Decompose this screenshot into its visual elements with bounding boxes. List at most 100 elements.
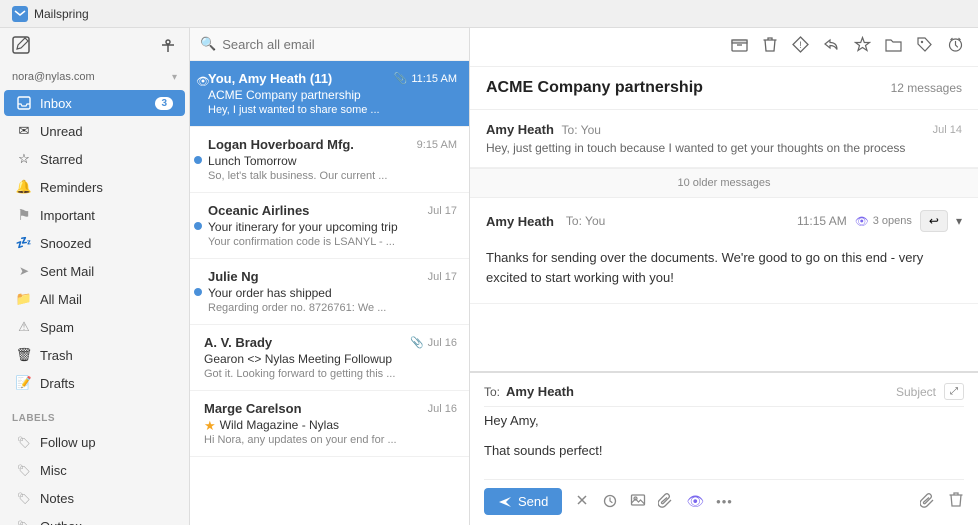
thread-header: ACME Company partnership 12 messages xyxy=(470,67,978,110)
sidebar-item-outbox[interactable]: 🏷 Outbox xyxy=(4,513,185,525)
compose-body[interactable]: Hey Amy, That sounds perfect! xyxy=(484,413,964,473)
filter-button[interactable] xyxy=(159,36,177,59)
sidebar-item-notes[interactable]: 🏷 Notes xyxy=(4,485,185,511)
compose-to-name: Amy Heath xyxy=(506,384,574,399)
older-messages-bar[interactable]: 10 older messages xyxy=(470,168,978,198)
compose-area: To: Amy Heath Subject ⤢ Hey Amy, That so… xyxy=(470,371,978,525)
email-time: 9:15 AM xyxy=(417,139,457,151)
email-preview: Got it. Looking forward to getting this … xyxy=(204,368,457,380)
sidebar-item-drafts[interactable]: 📝 Drafts xyxy=(4,370,185,396)
email-subject: Gearon <> Nylas Meeting Followup xyxy=(204,352,457,366)
labels-section-header: Labels xyxy=(0,405,189,428)
spam-button[interactable]: ! xyxy=(792,36,809,58)
messages-area: Amy Heath To: You Jul 14 Hey, just getti… xyxy=(470,110,978,371)
msg-date: Jul 14 xyxy=(933,124,962,136)
sidebar-item-reminders[interactable]: 🔔 Reminders xyxy=(4,174,185,200)
spam-icon: ⚠ xyxy=(16,319,32,335)
compose-to-row: To: Amy Heath Subject ⤢ xyxy=(484,383,964,407)
sent-mail-icon: ➤ xyxy=(16,263,32,279)
email-item[interactable]: Logan Hoverboard Mfg. 9:15 AM Lunch Tomo… xyxy=(190,127,469,193)
email-subject: Lunch Tomorrow xyxy=(208,154,457,168)
reminders-label: Reminders xyxy=(40,180,173,195)
email-item[interactable]: A. V. Brady 📎 Jul 16 Gearon <> Nylas Mee… xyxy=(190,325,469,391)
sidebar-item-starred[interactable]: ☆ Starred xyxy=(4,146,185,172)
attachment-icon: 📎 xyxy=(394,72,408,85)
compose-to-label: To: xyxy=(484,385,500,399)
compose-attachment-right-button[interactable] xyxy=(920,492,936,512)
email-item[interactable]: 👁 You, Amy Heath (11) 📎 11:15 AM ACME Co… xyxy=(190,61,469,127)
folder-button[interactable] xyxy=(885,36,902,58)
email-item[interactable]: Oceanic Airlines Jul 17 Your itinerary f… xyxy=(190,193,469,259)
search-bar: 🔍 xyxy=(190,28,469,61)
attachment-compose-button[interactable] xyxy=(658,492,674,511)
message-expand-button[interactable]: ▾ xyxy=(956,214,962,228)
discard-button[interactable] xyxy=(574,492,590,512)
snooze-button[interactable] xyxy=(947,36,964,58)
archive-button[interactable] xyxy=(731,36,748,58)
sidebar-item-misc[interactable]: 🏷 Misc xyxy=(4,457,185,483)
send-button[interactable]: Send xyxy=(484,488,562,515)
account-email: nora@nylas.com xyxy=(12,71,95,83)
sidebar-item-trash[interactable]: 🗑 Trash xyxy=(4,342,185,368)
tag-button[interactable] xyxy=(916,36,933,58)
unread-label: Unread xyxy=(40,124,173,139)
account-expand-icon[interactable]: ▾ xyxy=(172,72,177,83)
compose-button[interactable] xyxy=(12,36,30,59)
sidebar: nora@nylas.com ▾ Inbox 3 ✉ Unread ☆ Star… xyxy=(0,28,190,525)
sidebar-item-follow-up[interactable]: 🏷 Follow up xyxy=(4,429,185,455)
more-compose-button[interactable]: ••• xyxy=(716,494,733,509)
sidebar-item-all-mail[interactable]: 📁 All Mail xyxy=(4,286,185,312)
email-time: Jul 17 xyxy=(428,205,457,217)
schedule-button[interactable] xyxy=(602,492,618,512)
misc-icon: 🏷 xyxy=(16,462,32,478)
email-preview: So, let's talk business. Our current ... xyxy=(208,170,457,182)
email-subject: Your itinerary for your upcoming trip xyxy=(208,220,457,234)
all-mail-label: All Mail xyxy=(40,292,173,307)
reply-button[interactable]: ↩ xyxy=(920,210,948,232)
sidebar-item-unread[interactable]: ✉ Unread xyxy=(4,118,185,144)
inbox-badge: 3 xyxy=(155,97,173,110)
follow-up-icon: 🏷 xyxy=(16,434,32,450)
email-item[interactable]: Julie Ng Jul 17 Your order has shipped R… xyxy=(190,259,469,325)
star-icon: ★ xyxy=(204,418,216,434)
email-sender: Julie Ng xyxy=(208,269,259,284)
sidebar-item-inbox[interactable]: Inbox 3 xyxy=(4,90,185,116)
all-mail-icon: 📁 xyxy=(16,291,32,307)
notes-icon: 🏷 xyxy=(16,490,32,506)
email-sender: You, Amy Heath (11) xyxy=(208,71,332,86)
inbox-label: Inbox xyxy=(40,96,155,111)
image-button[interactable] xyxy=(630,492,646,512)
email-item[interactable]: Marge Carelson Jul 16 ★ Wild Magazine - … xyxy=(190,391,469,457)
thread-subject: ACME Company partnership xyxy=(486,79,703,97)
follow-up-label: Follow up xyxy=(40,435,173,450)
email-items-container: 👁 You, Amy Heath (11) 📎 11:15 AM ACME Co… xyxy=(190,61,469,525)
snoozed-label: Snoozed xyxy=(40,236,173,251)
compose-expand-button[interactable]: ⤢ xyxy=(944,383,964,400)
outbox-label: Outbox xyxy=(40,519,173,525)
delete-button[interactable] xyxy=(762,36,778,58)
msg-sender: Amy Heath xyxy=(486,122,554,137)
reply-all-button[interactable] xyxy=(823,36,840,58)
inbox-icon xyxy=(16,95,32,111)
sidebar-item-snoozed[interactable]: 💤 Snoozed xyxy=(4,230,185,256)
email-list: 🔍 👁 You, Amy Heath (11) 📎 11:15 AM ACME … xyxy=(190,28,470,525)
email-preview: Your confirmation code is LSANYL - ... xyxy=(208,236,457,248)
message-summary[interactable]: Amy Heath To: You Jul 14 Hey, just getti… xyxy=(470,110,978,168)
email-preview: Hey, I just wanted to share some ... xyxy=(208,104,457,116)
unread-dot xyxy=(194,222,202,230)
star-button[interactable] xyxy=(854,36,871,58)
email-time: Jul 16 xyxy=(428,403,457,415)
snoozed-icon: 💤 xyxy=(16,235,32,251)
compose-delete-button[interactable] xyxy=(948,491,964,512)
email-time: Jul 17 xyxy=(428,271,457,283)
app-icon xyxy=(12,6,28,22)
search-input[interactable] xyxy=(222,37,459,52)
sidebar-item-sent-mail[interactable]: ➤ Sent Mail xyxy=(4,258,185,284)
titlebar: Mailspring xyxy=(0,0,978,28)
sent-mail-label: Sent Mail xyxy=(40,264,173,279)
sidebar-item-important[interactable]: ⚑ Important xyxy=(4,202,185,228)
sidebar-item-spam[interactable]: ⚠ Spam xyxy=(4,314,185,340)
detail-toolbar: ! xyxy=(470,28,978,67)
compose-toolbar: Send 👁 ••• xyxy=(484,479,964,515)
tracking-button[interactable]: 👁 xyxy=(686,493,704,510)
